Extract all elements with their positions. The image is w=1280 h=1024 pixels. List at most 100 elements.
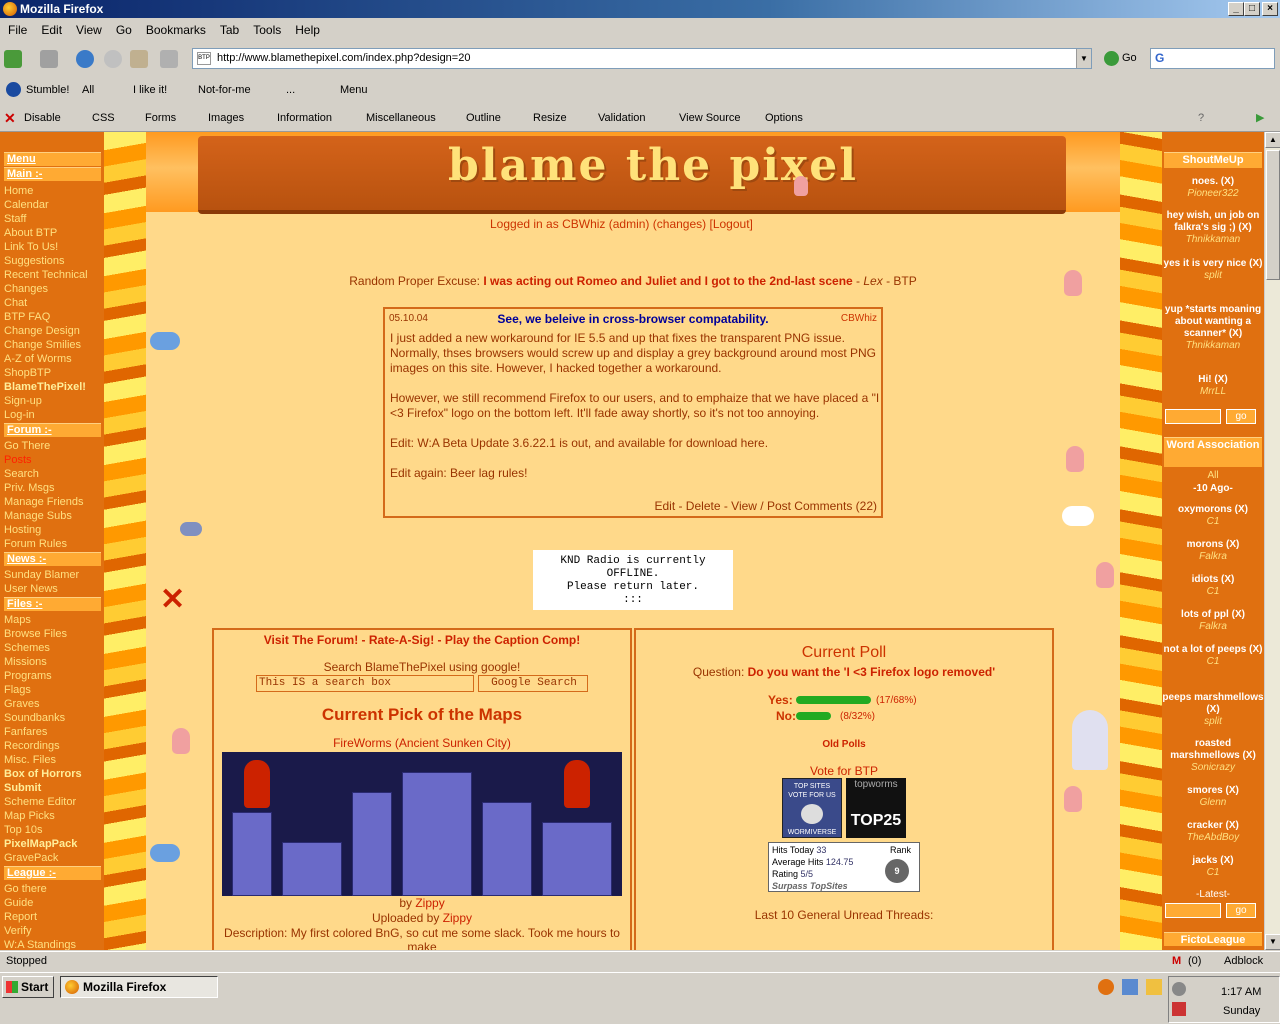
sidebar-link[interactable]: Search bbox=[4, 468, 39, 481]
shout-user-link[interactable]: Pioneer322 bbox=[1187, 188, 1238, 199]
word-user-link[interactable]: Falkra bbox=[1199, 551, 1227, 562]
go-button[interactable]: Go bbox=[1102, 50, 1137, 67]
topworms-button[interactable]: topworms TOP25 bbox=[846, 778, 906, 838]
sidebar-link[interactable]: PixelMapPack bbox=[4, 838, 77, 851]
sidebar-link[interactable]: A-Z of Worms bbox=[4, 353, 72, 366]
word-delete-link[interactable]: (X) bbox=[1221, 574, 1234, 585]
back-icon[interactable] bbox=[4, 50, 22, 68]
shout-input[interactable] bbox=[1165, 409, 1221, 424]
all-dropdown[interactable]: All bbox=[82, 78, 94, 102]
clock-time[interactable]: 1:17 AM bbox=[1221, 986, 1261, 998]
user-link[interactable]: CBWhiz (admin) bbox=[562, 217, 649, 231]
google-search-button[interactable]: Google Search bbox=[478, 675, 588, 692]
sidebar-link[interactable]: GravePack bbox=[4, 852, 58, 865]
sidebar-link[interactable]: BlameThePixel! bbox=[4, 381, 86, 394]
shout-delete-link[interactable]: (X) bbox=[1214, 374, 1227, 385]
sidebar-link[interactable]: Scheme Editor bbox=[4, 796, 76, 809]
word-delete-link[interactable]: (X) bbox=[1249, 644, 1262, 655]
sidebar-link[interactable]: Verify bbox=[4, 925, 32, 938]
sidebar-link[interactable]: Top 10s bbox=[4, 824, 43, 837]
adblock-button[interactable]: Adblock bbox=[1224, 952, 1263, 971]
stats-widget[interactable]: Hits Today 33 Average Hits 124.75 Rating… bbox=[768, 842, 920, 892]
news-author[interactable]: CBWhiz bbox=[841, 313, 877, 324]
start-button[interactable]: Start bbox=[2, 976, 54, 998]
scroll-thumb[interactable] bbox=[1266, 150, 1280, 280]
menu-file[interactable]: File bbox=[8, 23, 27, 37]
sidebar-link[interactable]: Staff bbox=[4, 213, 26, 226]
old-polls-link[interactable]: Old Polls bbox=[636, 739, 1052, 750]
word-user-link[interactable]: C1 bbox=[1207, 867, 1220, 878]
menu-tools[interactable]: Tools bbox=[253, 23, 281, 37]
forum-links[interactable]: Visit The Forum! - Rate-A-Sig! - Play th… bbox=[214, 633, 630, 647]
word-delete-link[interactable]: (X) bbox=[1226, 785, 1239, 796]
map-uploader-link[interactable]: Zippy bbox=[443, 911, 472, 925]
home-icon[interactable] bbox=[130, 50, 148, 68]
topsites-vote-button[interactable]: TOP SITES VOTE FOR US WORMIVERSE bbox=[782, 778, 842, 838]
shout-delete-link[interactable]: (X) bbox=[1238, 222, 1251, 233]
sidebar-link[interactable]: Manage Friends bbox=[4, 496, 84, 509]
images-menu[interactable]: Images bbox=[208, 106, 244, 130]
outline-menu[interactable]: Outline bbox=[466, 106, 501, 130]
stop-icon[interactable] bbox=[104, 50, 122, 68]
menu-view[interactable]: View bbox=[76, 23, 102, 37]
menu-go[interactable]: Go bbox=[116, 23, 132, 37]
not-for-me-button[interactable]: Not-for-me bbox=[198, 78, 251, 102]
word-user-link[interactable]: split bbox=[1204, 716, 1222, 727]
options-menu[interactable]: Options bbox=[765, 106, 803, 130]
sidebar-link[interactable]: Misc. Files bbox=[4, 754, 56, 767]
minimize-button[interactable]: _ bbox=[1228, 2, 1244, 16]
sidebar-link[interactable]: Priv. Msgs bbox=[4, 482, 55, 495]
sidebar-link[interactable]: Flags bbox=[4, 684, 31, 697]
sidebar-link[interactable]: Browse Files bbox=[4, 628, 67, 641]
sidebar-link[interactable]: Changes bbox=[4, 283, 48, 296]
word-delete-link[interactable]: (X) bbox=[1232, 609, 1245, 620]
shout-delete-link[interactable]: (X) bbox=[1221, 176, 1234, 187]
map-preview-image[interactable] bbox=[222, 752, 622, 896]
shout-user-link[interactable]: split bbox=[1204, 270, 1222, 281]
word-delete-link[interactable]: (X) bbox=[1235, 504, 1248, 515]
word-user-link[interactable]: Falkra bbox=[1199, 621, 1227, 632]
sidebar-link[interactable]: Graves bbox=[4, 698, 39, 711]
sidebar-link[interactable]: User News bbox=[4, 583, 58, 596]
css-menu[interactable]: CSS bbox=[92, 106, 115, 130]
sidebar-link[interactable]: Maps bbox=[4, 614, 31, 627]
word-delete-link[interactable]: (X) bbox=[1226, 539, 1239, 550]
sidebar-link[interactable]: Soundbanks bbox=[4, 712, 65, 725]
map-name[interactable]: FireWorms (Ancient Sunken City) bbox=[214, 736, 630, 750]
url-dropdown-button[interactable]: ▼ bbox=[1076, 49, 1091, 68]
gmail-count[interactable]: (0) bbox=[1188, 952, 1201, 971]
menu-edit[interactable]: Edit bbox=[41, 23, 62, 37]
shout-user-link[interactable]: Thnikkaman bbox=[1186, 234, 1240, 245]
disable-menu[interactable]: Disable bbox=[24, 106, 61, 130]
sidebar-link[interactable]: Home bbox=[4, 185, 33, 198]
word-user-link[interactable]: C1 bbox=[1207, 586, 1220, 597]
sidebar-link[interactable]: Guide bbox=[4, 897, 33, 910]
folder-quicklaunch-icon[interactable] bbox=[1146, 979, 1162, 995]
scroll-down-button[interactable]: ▼ bbox=[1265, 934, 1280, 950]
sidebar-link[interactable]: Suggestions bbox=[4, 255, 65, 268]
sidebar-link[interactable]: Recent Technical bbox=[4, 269, 88, 282]
resize-menu[interactable]: Resize bbox=[533, 106, 567, 130]
sidebar-link[interactable]: Go there bbox=[4, 883, 47, 896]
i-like-it-button[interactable]: I like it! bbox=[133, 78, 167, 102]
comment-button[interactable]: ... bbox=[286, 78, 295, 102]
sidebar-link[interactable]: Link To Us! bbox=[4, 241, 58, 254]
sidebar-link[interactable]: Posts bbox=[4, 454, 32, 467]
menu-bookmarks[interactable]: Bookmarks bbox=[146, 23, 206, 37]
word-delete-link[interactable]: (X) bbox=[1242, 750, 1255, 761]
word-user-link[interactable]: Glenn bbox=[1200, 797, 1227, 808]
forward-icon[interactable] bbox=[40, 50, 58, 68]
tray-app-icon[interactable] bbox=[1172, 982, 1186, 996]
word-user-link[interactable]: TheAbdBoy bbox=[1187, 832, 1239, 843]
forms-menu[interactable]: Forms bbox=[145, 106, 176, 130]
stumble-button[interactable]: Stumble! bbox=[26, 78, 69, 102]
site-search-input[interactable]: This IS a search box bbox=[256, 675, 474, 692]
word-delete-link[interactable]: (X) bbox=[1226, 820, 1239, 831]
taskbar-firefox-item[interactable]: Mozilla Firefox bbox=[60, 976, 218, 998]
logout-link[interactable]: [Logout] bbox=[710, 217, 753, 231]
url-bar[interactable]: BTP http://www.blamethepixel.com/index.p… bbox=[192, 48, 1092, 69]
word-user-link[interactable]: Sonicrazy bbox=[1191, 762, 1235, 773]
view-source-button[interactable]: View Source bbox=[679, 106, 741, 130]
shout-user-link[interactable]: Thnikkaman bbox=[1186, 340, 1240, 351]
gmail-icon[interactable]: M bbox=[1172, 952, 1181, 971]
